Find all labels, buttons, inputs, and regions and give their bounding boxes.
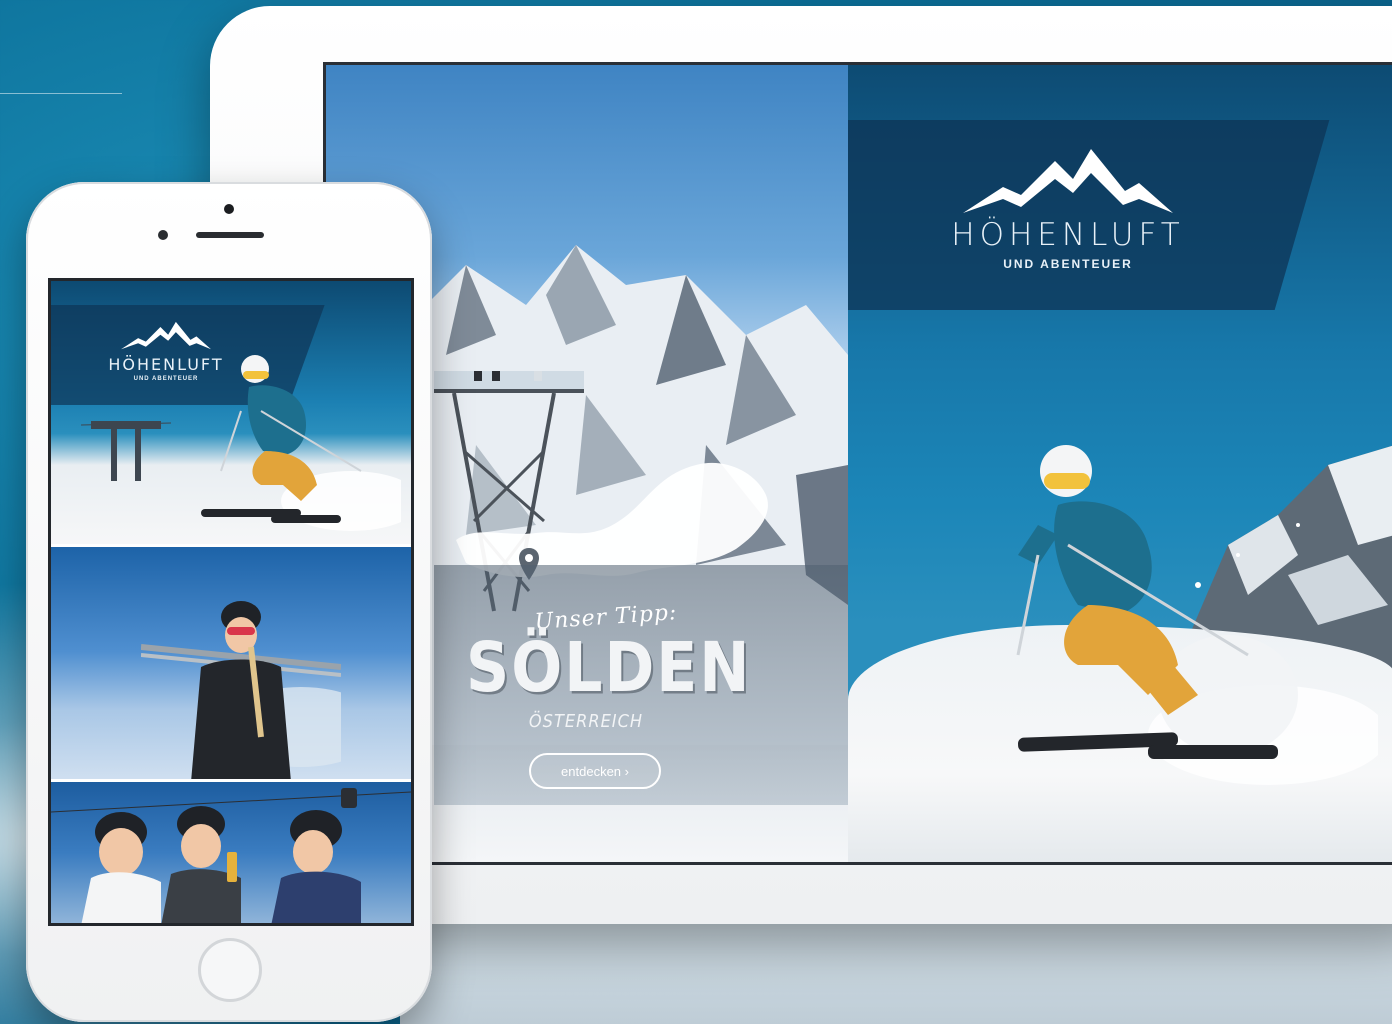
phone-hero: HÖHENLUFT UND ABENTEUER (51, 281, 411, 544)
mountain-logo-icon (963, 149, 1173, 213)
brand-logo[interactable]: HÖHENLUFT UND ABENTEUER (948, 149, 1188, 309)
brand-title: HÖHENLUFT (951, 217, 1185, 253)
tablet-hero-panel: HÖHENLUFT UND ABENTEUER (848, 65, 1392, 862)
phone-skier-image (201, 355, 401, 531)
phone-home-button[interactable] (198, 938, 262, 1002)
apres-ski-group-image (51, 788, 411, 923)
mountain-logo-icon (121, 321, 211, 350)
phone-photo-group (51, 779, 411, 923)
phone-sensor (158, 230, 168, 240)
phone-camera (224, 204, 234, 214)
brand-subtitle: UND ABENTEUER (1003, 257, 1133, 271)
discover-button[interactable]: entdecken › (529, 753, 661, 789)
ski-lift-image (81, 421, 171, 481)
phone-screen: HÖHENLUFT UND ABENTEUER (48, 278, 414, 926)
tip-destination: SÖLDEN (466, 627, 752, 709)
tip-country: ÖSTERREICH (528, 711, 644, 732)
skier-image (1016, 445, 1378, 785)
woman-with-skis-image (141, 601, 341, 779)
background-line (0, 93, 122, 94)
tablet-screen: Unser Tipp: SÖLDEN ÖSTERREICH entdecken … (323, 62, 1392, 865)
phone-speaker (196, 232, 264, 238)
phone-photo-skier-woman (51, 544, 411, 779)
